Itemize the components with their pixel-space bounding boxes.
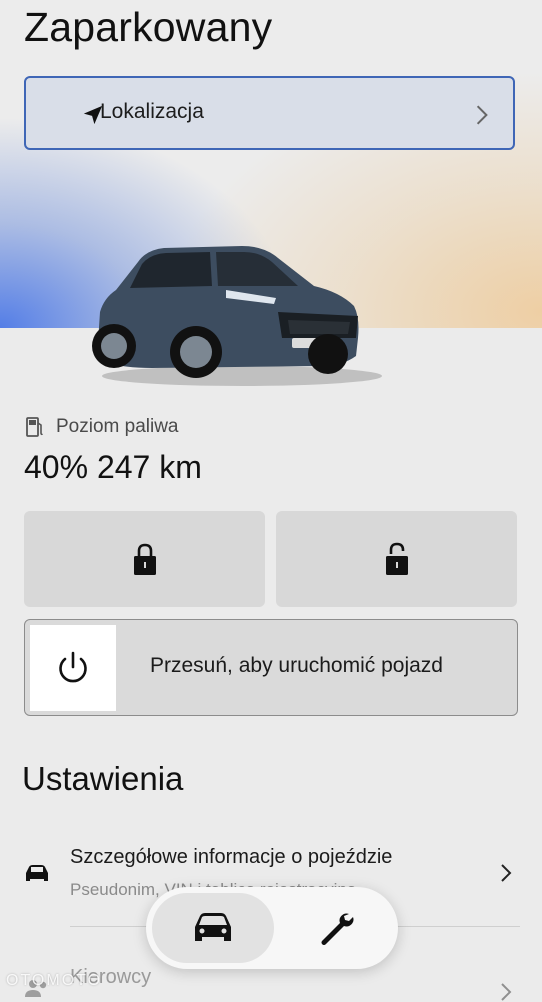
- bottom-navigation: [146, 887, 398, 969]
- fuel-level-value: 40% 247 km: [24, 449, 202, 485]
- chevron-right-icon: [501, 983, 512, 1001]
- nav-tab-vehicle[interactable]: [152, 893, 274, 963]
- chevron-right-icon: [476, 105, 488, 125]
- nav-tab-settings[interactable]: [278, 893, 392, 963]
- wrench-icon: [321, 913, 354, 945]
- car-icon: [26, 865, 48, 881]
- remote-start-slider-handle[interactable]: [30, 625, 116, 711]
- fuel-level-row: Poziom paliwa: [26, 414, 179, 440]
- watermark: OTOMOTO: [6, 972, 103, 989]
- unlock-button[interactable]: [276, 511, 517, 607]
- fuel-pump-icon: [26, 417, 43, 437]
- location-button-label: Lokalizacja: [100, 100, 204, 123]
- unlock-icon: [385, 542, 408, 575]
- fuel-level-label: Poziom paliwa: [56, 416, 179, 437]
- remote-start-label: Przesuń, aby uruchomić pojazd: [150, 654, 443, 677]
- location-button[interactable]: Lokalizacja: [24, 76, 515, 150]
- power-icon: [59, 651, 87, 683]
- lock-icon: [133, 543, 156, 575]
- vehicle-status-title: Zaparkowany: [24, 4, 273, 50]
- settings-heading: Ustawienia: [22, 760, 184, 797]
- settings-item-title: Szczegółowe informacje o pojeździe: [70, 846, 393, 868]
- lock-button[interactable]: [24, 511, 265, 607]
- car-image: [92, 246, 382, 386]
- remote-start-slider[interactable]: Przesuń, aby uruchomić pojazd: [24, 619, 518, 716]
- car-icon: [195, 913, 231, 941]
- chevron-right-icon: [501, 864, 512, 882]
